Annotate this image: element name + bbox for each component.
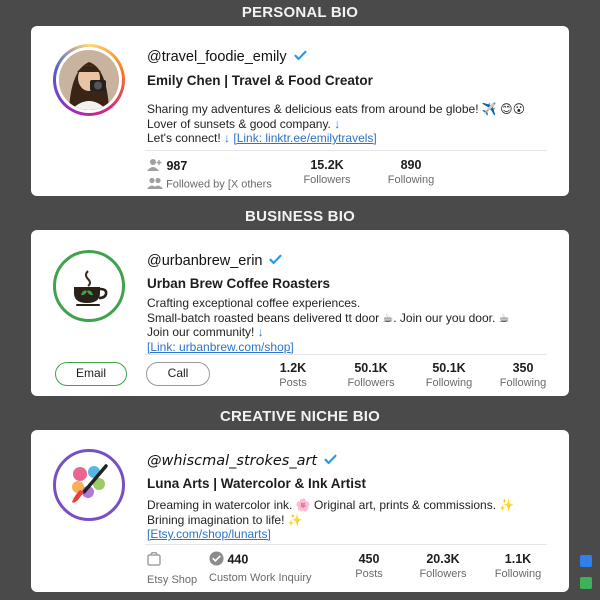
stat-value: 890 [400,158,422,172]
verified-badge-icon [268,252,283,271]
divider [145,150,547,151]
stat-posts[interactable]: 450 Posts [339,552,399,580]
divider [145,354,547,355]
display-name: Urban Brew Coffee Roasters [147,276,331,291]
divider [145,544,547,545]
stat-following[interactable]: 890 Following [381,158,441,186]
blue-square-icon [580,555,592,567]
bio-line: Let's connect! [147,131,221,145]
stat-label: Followers [419,568,467,580]
people-icon [147,177,163,192]
stat-value: 450 [358,552,380,566]
paintbrush-icon [66,462,112,513]
stat-value: 50.1K [432,361,466,375]
bio-line: Sharing my adventures & delicious eats f… [147,102,526,116]
verified-badge-icon [323,452,338,471]
bio-line: Join our community! [147,325,255,339]
username[interactable]: @whiscmal_strokes_art [147,453,317,469]
email-button[interactable]: Email [55,362,127,386]
etsy-shop-link[interactable]: Etsy Shop [147,551,198,586]
section-title-creative: CREATIVE NICHE BIO [219,408,380,425]
bio-link[interactable]: [Etsy.com/shop/lunarts] [147,527,271,541]
bio-text: Crafting exceptional coffee experiences.… [147,296,509,354]
section-title-personal: PERSONAL BIO [241,4,359,21]
bio-text: Dreaming in watercolor ink. 🌸 Original a… [147,498,514,542]
mutual-followers[interactable]: 987 Followed by [X others [147,158,272,192]
stat-value: 1.1K [504,552,532,566]
bio-line: Dreaming in watercolor ink. 🌸 Original a… [147,498,515,512]
mutual-label: Followed by [X others [166,178,272,191]
inquiry-count: 440 [227,552,249,567]
stat-label: Posts [355,568,383,580]
bio-line: Brining imagination to life! ✨ [147,512,303,527]
profile-card-business: @urbanbrew_erin Urban Brew Coffee Roaste… [31,230,569,396]
bio-line: Small-batch roasted beans delivered tt d… [147,310,510,325]
custom-work-inquiry[interactable]: 440 Custom Work Inquiry [209,551,312,584]
arrow-down-icon: ↓ [257,325,264,339]
stat-value: 20.3K [426,552,460,566]
bio-line: Crafting exceptional coffee experiences. [147,296,361,310]
stat-value: 1.2K [279,361,307,375]
stat-label: Following [499,377,547,389]
avatar[interactable] [53,449,125,521]
stat-posts[interactable]: 1.2K Posts [263,361,323,389]
bio-link[interactable]: [Link: linktr.ee/emilytravels] [233,131,376,145]
username[interactable]: @urbanbrew_erin [147,253,262,269]
stat-label: Following [425,377,473,389]
stat-label: Following [494,568,542,580]
stat-followers[interactable]: 15.2K Followers [297,158,357,186]
stat-label: Followers [303,174,351,186]
display-name: Luna Arts | Watercolor & Ink Artist [147,476,366,491]
stat-followers[interactable]: 20.3K Followers [411,552,475,580]
stat-value: 50.1K [354,361,388,375]
stat-value: 15.2K [310,158,344,172]
mutual-count: 987 [166,158,188,173]
stat-following[interactable]: 1.1K Following [487,552,549,580]
profile-card-creative: @whiscmal_strokes_art Luna Arts | Waterc… [31,430,569,592]
bio-line: Lover of sunsets & good company. [147,116,331,131]
stat-following[interactable]: 50.1K Following [417,361,481,389]
stat-label: Following [387,174,435,186]
profile-card-personal: @travel_foodie_emily Emily Chen | Travel… [31,26,569,196]
profile-photo [59,50,119,110]
avatar[interactable] [53,44,125,116]
stat-label: Posts [279,377,307,389]
section-title-business: BUSINESS BIO [245,208,355,225]
stat-following[interactable]: 350 Following [493,361,553,389]
avatar[interactable] [53,250,125,322]
stat-label: Followers [347,377,395,389]
inquiry-label: Custom Work Inquiry [209,572,312,584]
green-square-icon [580,577,592,589]
check-circle-icon [209,551,224,569]
person-add-icon [147,158,163,175]
bio-text: Sharing my adventures & delicious eats f… [147,102,525,146]
display-name-text: Luna Arts | Watercolor & Ink Artist [147,476,367,491]
arrow-down-icon: ↓ [224,131,231,145]
stat-followers[interactable]: 50.1K Followers [339,361,403,389]
arrow-down-icon: ↓ [334,116,341,131]
etsy-label: Etsy Shop [147,574,198,586]
stat-value: 350 [512,361,534,375]
call-button[interactable]: Call [146,362,210,386]
verified-badge-icon [293,48,308,67]
coffee-cup-icon [70,267,110,312]
bio-link[interactable]: [Link: urbanbrew.com/shop] [147,340,294,354]
username[interactable]: @travel_foodie_emily [147,49,287,65]
display-name: Emily Chen | Travel & Food Creator [147,73,373,88]
shop-icon [147,551,161,571]
